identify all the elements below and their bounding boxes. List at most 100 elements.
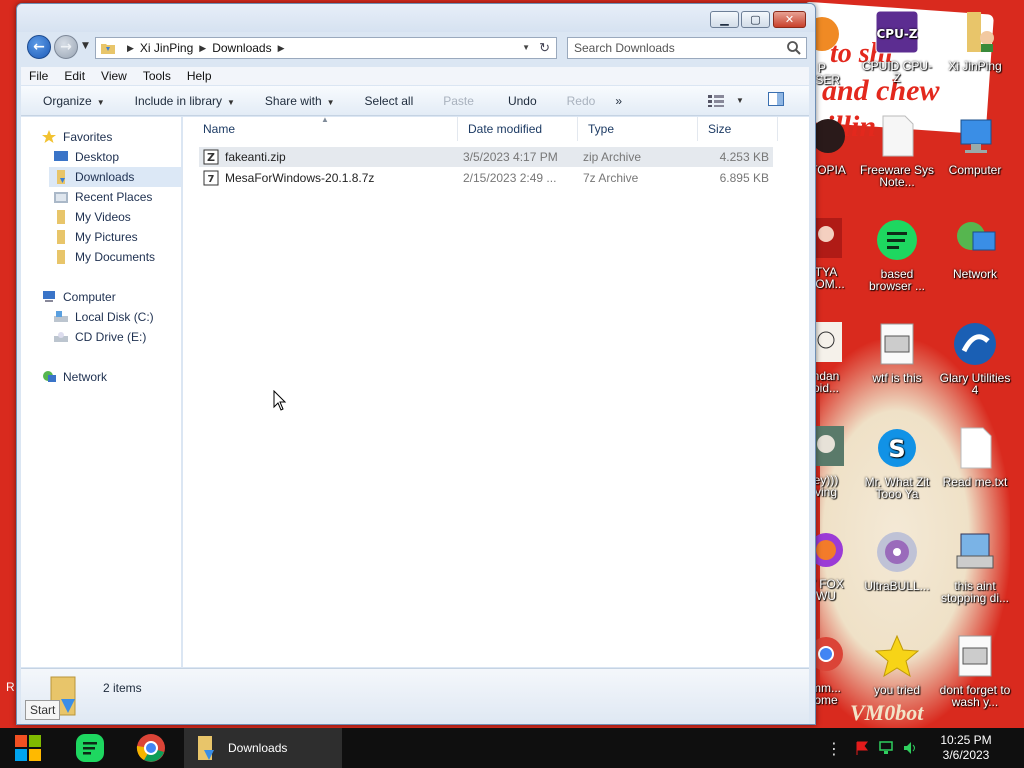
more-icon[interactable]: ⋮	[826, 739, 842, 758]
installer-icon	[951, 528, 999, 576]
svg-text:7: 7	[208, 174, 215, 185]
svg-text:Z: Z	[207, 151, 215, 164]
action-center-flag-icon[interactable]	[854, 740, 870, 756]
nav-desktop[interactable]: Desktop	[53, 147, 119, 167]
file-type: 7z Archive	[583, 171, 639, 185]
menu-file[interactable]: File	[21, 69, 56, 83]
desktop-icon-glary[interactable]: Glary Utilities 4	[937, 320, 1013, 396]
column-type[interactable]: Type	[578, 117, 698, 141]
svg-text:CPU-Z: CPU-Z	[876, 27, 917, 41]
desktop-icon-freeware[interactable]: Freeware Sys Note...	[859, 112, 935, 188]
organize-button[interactable]: Organize ▼	[33, 94, 115, 108]
menu-help[interactable]: Help	[179, 69, 220, 83]
desktop-icon-cpuz[interactable]: CPU-Z CPUID CPU-Z	[859, 8, 935, 84]
refresh-icon[interactable]: ↻	[539, 40, 550, 56]
nav-network[interactable]: Network	[41, 367, 107, 387]
hard-drive-icon	[53, 309, 69, 325]
address-dropdown-icon[interactable]: ▼	[522, 43, 530, 52]
include-in-library-button[interactable]: Include in library ▼	[125, 94, 245, 108]
glary-icon	[951, 320, 999, 368]
item-count: 2 items	[103, 681, 142, 695]
desktop-icon-xijinping[interactable]: Xi JinPing	[937, 8, 1013, 72]
breadcrumb-separator[interactable]: ▶	[199, 43, 206, 54]
change-view-button[interactable]: ▼	[698, 94, 754, 107]
maximize-button[interactable]: ▢	[741, 11, 770, 28]
breadcrumb-xijinping[interactable]: Xi JinPing	[140, 41, 193, 55]
recent-places-icon	[53, 189, 69, 205]
nav-cd-drive[interactable]: CD Drive (E:)	[53, 327, 146, 347]
breadcrumb-downloads[interactable]: Downloads	[212, 41, 271, 55]
desktop-icon-ultrabull[interactable]: UltraBULL...	[859, 528, 935, 592]
undo-button[interactable]: Undo	[498, 94, 547, 108]
file-row[interactable]: Z fakeanti.zip 3/5/2023 4:17 PM zip Arch…	[199, 147, 773, 167]
skype-icon: S	[873, 424, 921, 472]
taskbar-downloads-window[interactable]: Downloads	[184, 728, 342, 768]
nav-favorites[interactable]: Favorites	[41, 127, 112, 147]
network-status-icon[interactable]	[878, 740, 894, 756]
preview-pane-button[interactable]	[758, 92, 794, 109]
search-icon[interactable]	[786, 40, 802, 56]
back-button[interactable]: ←	[27, 35, 51, 59]
desktop-icon-wtf[interactable]: wtf is this	[859, 320, 935, 384]
desktop-icon-aint[interactable]: this aint stopping di...	[937, 528, 1013, 604]
nav-recent-places[interactable]: Recent Places	[53, 187, 152, 207]
address-bar[interactable]: ▶ Xi JinPing ▶ Downloads ▶ ▼ ↻	[95, 37, 557, 59]
select-all-button[interactable]: Select all	[355, 94, 424, 108]
svg-text:S: S	[888, 435, 905, 463]
start-tooltip: Start	[25, 700, 61, 720]
breadcrumb-separator[interactable]: ▶	[127, 43, 134, 54]
batch-file-icon	[951, 632, 999, 680]
desktop-icon-based-browser[interactable]: based browser ...	[859, 216, 935, 292]
nav-computer[interactable]: Computer	[41, 287, 116, 307]
nav-my-documents[interactable]: My Documents	[53, 247, 155, 267]
column-name[interactable]: Name	[193, 117, 458, 141]
search-input[interactable]	[574, 41, 774, 55]
minimize-icon: ▁	[720, 13, 729, 26]
menu-edit[interactable]: Edit	[56, 69, 93, 83]
redo-button[interactable]: Redo	[557, 94, 606, 108]
menu-view[interactable]: View	[93, 69, 135, 83]
desktop-icon-network[interactable]: Network	[937, 216, 1013, 280]
clock[interactable]: 10:25 PM 3/6/2023	[930, 733, 1002, 763]
breadcrumb-separator[interactable]: ▶	[278, 43, 285, 54]
desktop-icon-computer[interactable]: Computer	[937, 112, 1013, 176]
nav-my-pictures[interactable]: My Pictures	[53, 227, 138, 247]
paste-button[interactable]: Paste	[433, 94, 484, 108]
desktop-icon-wash[interactable]: dont forget to wash y...	[937, 632, 1013, 708]
nav-downloads[interactable]: Downloads	[49, 167, 181, 187]
desktop-icon-mr-what[interactable]: S Mr. What Zit Tooo Ya	[859, 424, 935, 500]
file-name: fakeanti.zip	[225, 150, 286, 164]
menu-tools[interactable]: Tools	[135, 69, 179, 83]
volume-icon[interactable]	[902, 740, 918, 756]
desktop-icon-readme[interactable]: Read me.txt	[937, 424, 1013, 488]
desktop-icon	[53, 149, 69, 165]
navigation-pane: Favorites Desktop Downloads Recent Place…	[21, 117, 181, 667]
share-with-button[interactable]: Share with ▼	[255, 94, 345, 108]
column-headers: ▲ Name Date modified Type Size	[183, 115, 809, 141]
forward-button[interactable]: →	[54, 35, 78, 59]
minimize-button[interactable]: ▁	[710, 11, 739, 28]
mouse-cursor-icon	[273, 390, 287, 411]
more-commands-button[interactable]: »	[605, 94, 632, 108]
column-date-modified[interactable]: Date modified	[458, 117, 578, 141]
details-view-icon	[708, 94, 724, 107]
recent-pages-dropdown[interactable]: ▼	[82, 41, 89, 51]
caret-down-icon: ▼	[227, 97, 235, 107]
nav-my-videos[interactable]: My Videos	[53, 207, 131, 227]
spotify-style-icon	[76, 734, 104, 762]
computer-icon	[951, 112, 999, 160]
file-name: MesaForWindows-20.1.8.7z	[225, 171, 375, 185]
close-button[interactable]: ✕	[773, 11, 806, 28]
pictures-folder-icon	[53, 229, 69, 245]
taskbar-based-browser[interactable]	[62, 728, 118, 768]
nav-local-disk[interactable]: Local Disk (C:)	[53, 307, 154, 327]
start-button[interactable]	[0, 728, 56, 768]
caret-down-icon: ▼	[326, 97, 335, 107]
column-size[interactable]: Size	[698, 117, 778, 141]
file-row[interactable]: 7 MesaForWindows-20.1.8.7z 2/15/2023 2:4…	[199, 168, 773, 188]
desktop-icon-you-tried[interactable]: you tried	[859, 632, 935, 696]
taskbar-chrome[interactable]	[123, 728, 179, 768]
command-bar: Organize ▼ Include in library ▼ Share with…	[21, 86, 809, 116]
search-box[interactable]	[567, 37, 807, 59]
title-bar[interactable]: ▁ ▢ ✕	[17, 4, 815, 32]
